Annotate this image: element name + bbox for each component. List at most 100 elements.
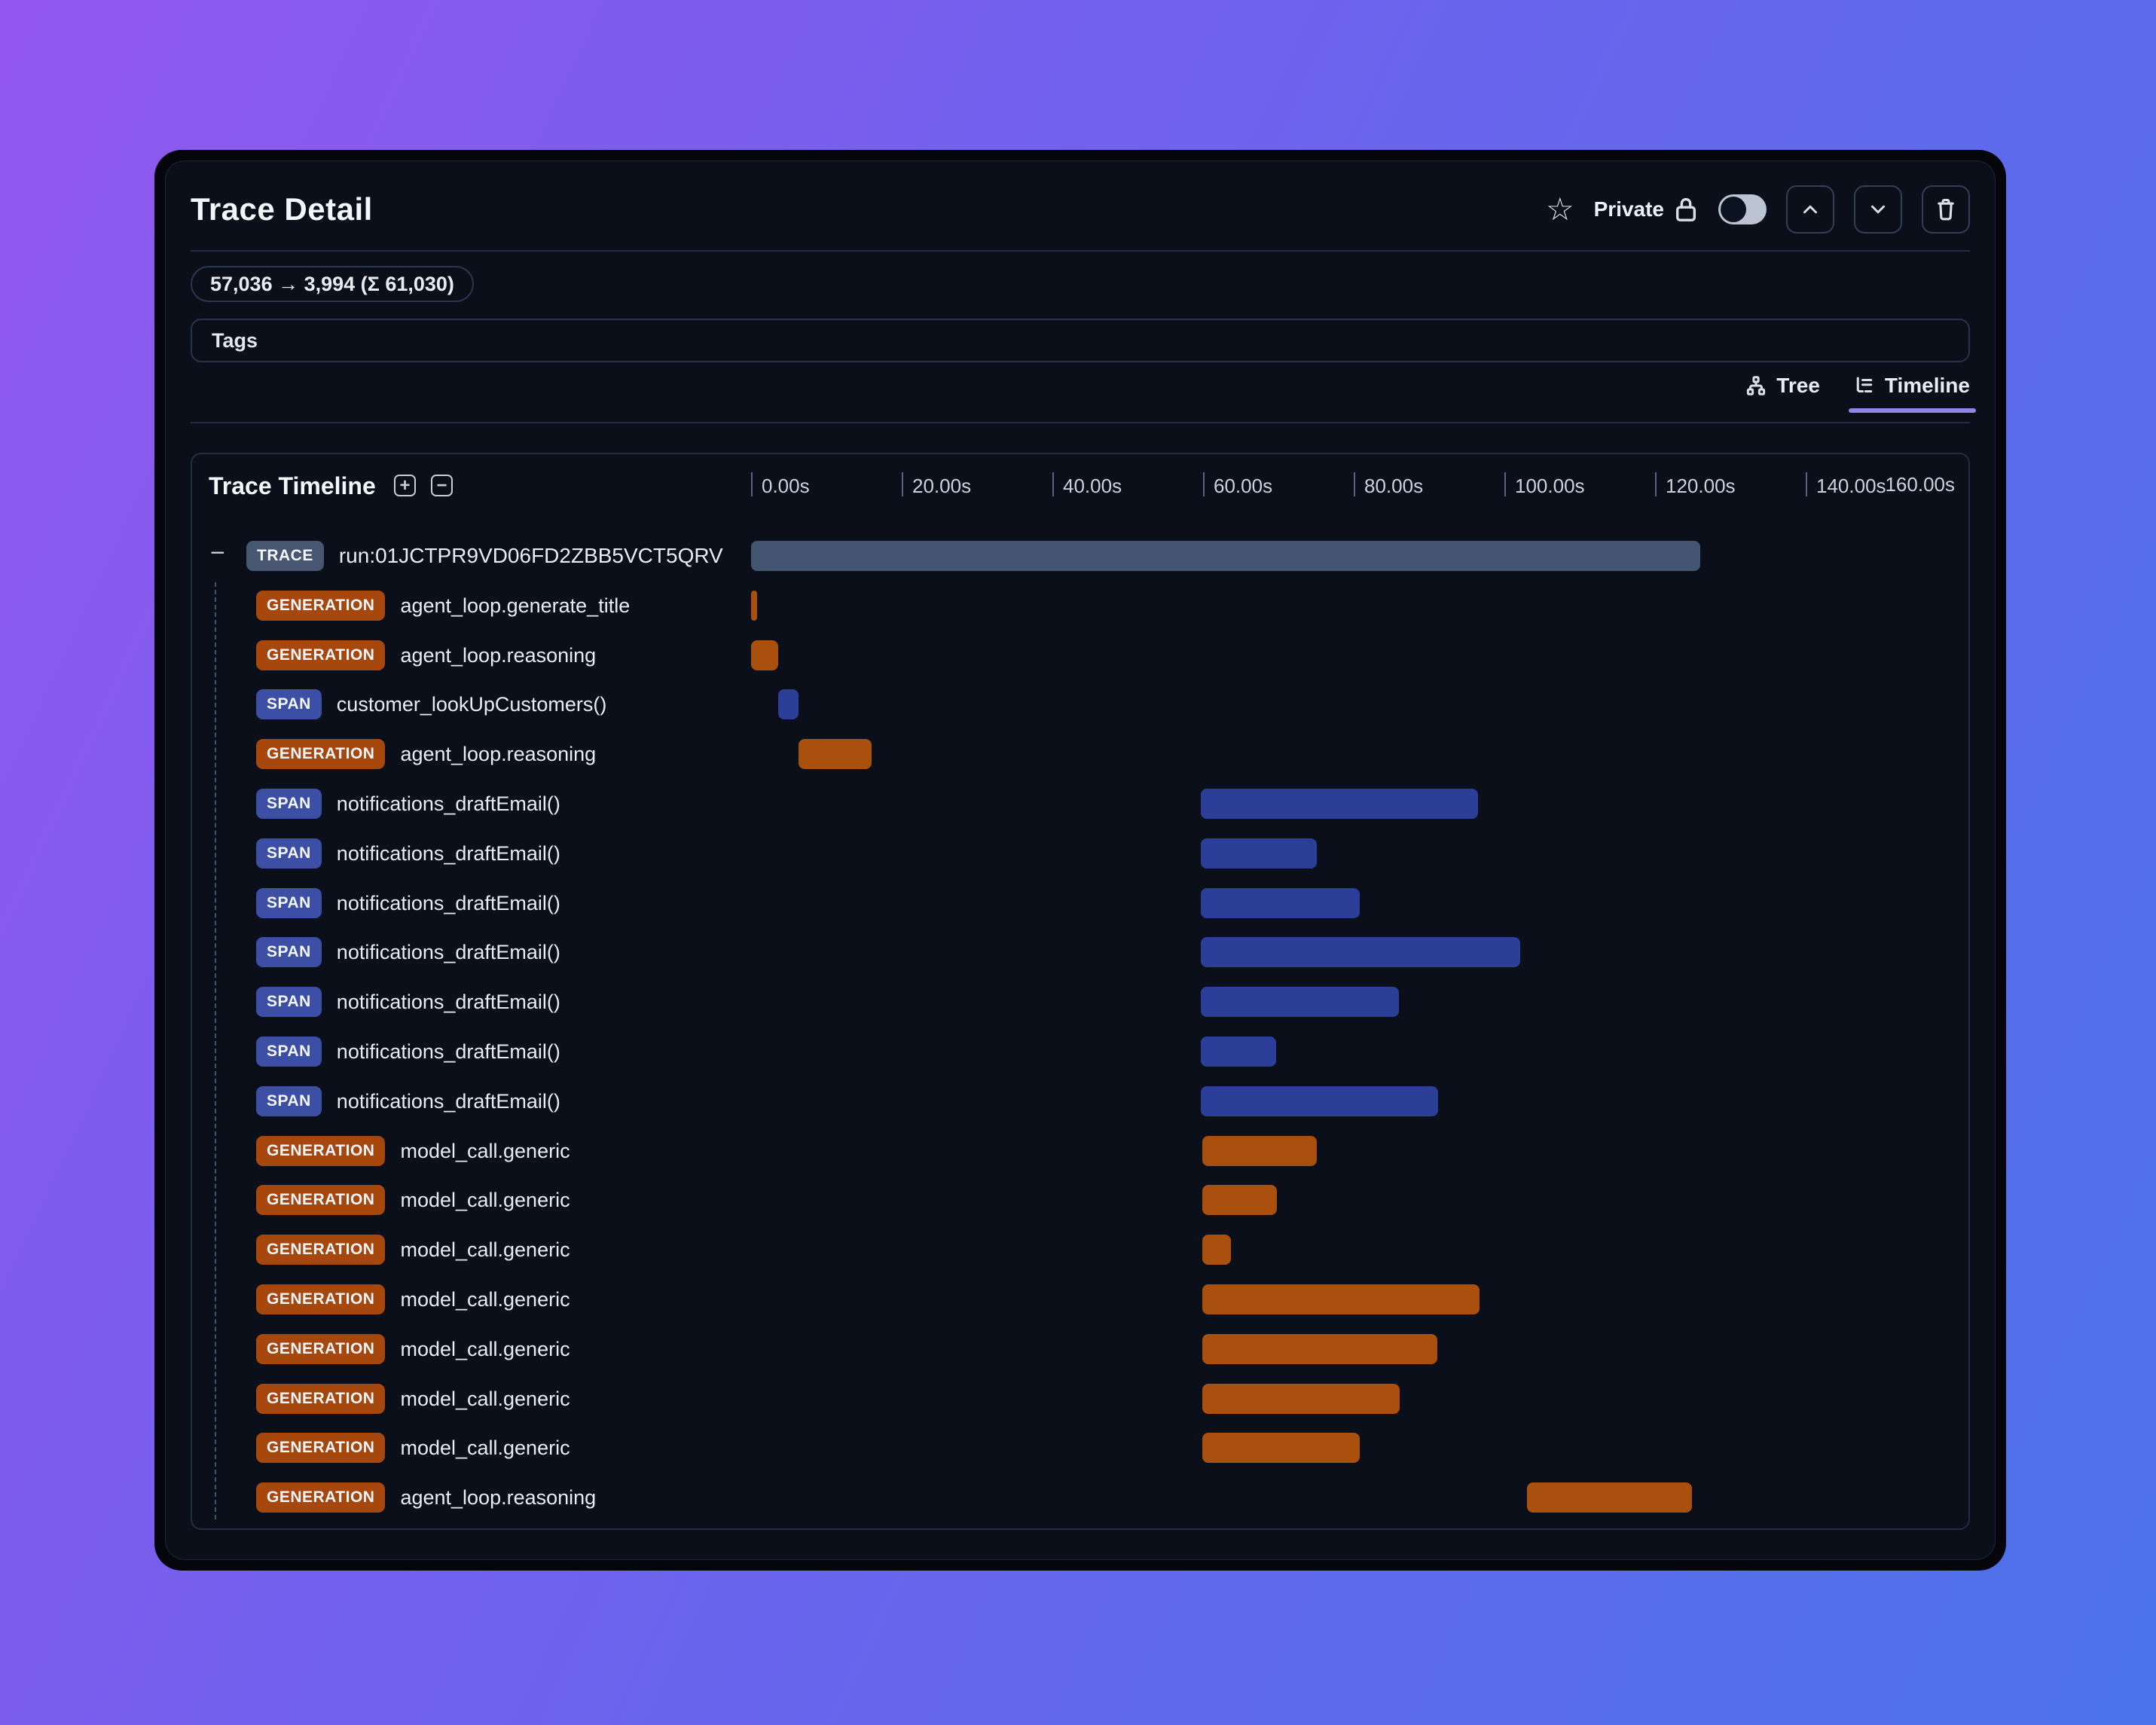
timeline-row[interactable]: GENERATION model_call.generic [192, 1374, 1968, 1424]
tags-input[interactable]: Tags [191, 319, 1970, 362]
tick-label: 60.00s [1214, 475, 1273, 497]
observation-name: notifications_draftEmail() [336, 1089, 560, 1113]
timeline-row[interactable]: GENERATION model_call.generic [192, 1225, 1968, 1275]
duration-bar[interactable] [1201, 987, 1399, 1017]
observation-type-badge: GENERATION [256, 640, 386, 670]
timeline-row[interactable]: − TRACE run:01JCTPR9VD06FD2ZBB5VCT5QRV [192, 531, 1968, 581]
tick-mark [1655, 472, 1657, 496]
duration-bar[interactable] [1202, 1433, 1360, 1463]
tick-label: 20.00s [912, 475, 972, 497]
star-icon[interactable]: ☆ [1546, 194, 1574, 225]
tab-timeline-underline [1848, 408, 1976, 413]
timeline-row[interactable]: GENERATION agent_loop.reasoning [192, 729, 1968, 779]
view-switcher: Tree Timeline [191, 374, 1976, 423]
tabs-divider [191, 422, 1970, 423]
observation-name: agent_loop.reasoning [400, 1485, 597, 1509]
observation-type-badge: GENERATION [256, 1334, 386, 1364]
timeline-row[interactable]: SPAN notifications_draftEmail() [192, 829, 1968, 878]
axis-tick: 0.00s [751, 472, 810, 498]
observation-type-badge: GENERATION [256, 591, 386, 621]
duration-bar[interactable] [1201, 789, 1478, 819]
observation-name: notifications_draftEmail() [336, 940, 560, 963]
tab-timeline[interactable]: Timeline [1848, 374, 1976, 413]
observation-type-badge: GENERATION [256, 1185, 386, 1215]
observation-name: agent_loop.reasoning [400, 643, 597, 667]
observation-name: model_call.generic [400, 1188, 570, 1211]
observation-type-badge: SPAN [256, 1037, 322, 1067]
observation-type-badge: SPAN [256, 689, 322, 719]
axis-end-label: 160.00s [1885, 473, 1955, 496]
timeline-row[interactable]: SPAN notifications_draftEmail() [192, 1027, 1968, 1076]
duration-bar[interactable] [1201, 1086, 1438, 1116]
tick-mark [1354, 472, 1355, 496]
next-trace-button[interactable] [1854, 185, 1902, 234]
header: Trace Detail ☆ Private [191, 181, 1970, 238]
observation-type-badge: TRACE [246, 541, 324, 571]
timeline-row[interactable]: SPAN customer_lookUpCustomers() [192, 679, 1968, 729]
tab-tree[interactable]: Tree [1745, 374, 1820, 413]
observation-name: model_call.generic [400, 1238, 570, 1261]
tree-icon [1747, 376, 1766, 395]
duration-bar[interactable] [1201, 937, 1520, 967]
duration-bar[interactable] [751, 541, 1700, 571]
observation-name: notifications_draftEmail() [336, 792, 560, 815]
axis-tick: 40.00s [1052, 472, 1122, 498]
timeline-row[interactable]: SPAN notifications_draftEmail() [192, 977, 1968, 1027]
timeline-row[interactable]: SPAN notifications_draftEmail() [192, 779, 1968, 829]
prev-trace-button[interactable] [1786, 185, 1834, 234]
observation-type-badge: SPAN [256, 789, 322, 819]
observation-name: model_call.generic [400, 1337, 570, 1360]
observation-type-badge: SPAN [256, 937, 322, 967]
timeline-row[interactable]: SPAN notifications_draftEmail() [192, 1076, 1968, 1126]
trace-detail-panel: Trace Detail ☆ Private 57,036 → 3,994 (Σ… [165, 160, 1996, 1560]
duration-bar[interactable] [1202, 1235, 1231, 1265]
timeline-row[interactable]: GENERATION model_call.generic [192, 1175, 1968, 1225]
observation-name: agent_loop.reasoning [400, 742, 597, 765]
collapse-toggle-icon[interactable]: − [210, 540, 225, 566]
timeline-row[interactable]: GENERATION model_call.generic [192, 1126, 1968, 1176]
observation-name: notifications_draftEmail() [336, 1040, 560, 1063]
axis-tick: 60.00s [1203, 472, 1272, 498]
tick-mark [751, 472, 753, 496]
observation-name: model_call.generic [400, 1287, 570, 1311]
duration-bar[interactable] [1527, 1482, 1692, 1513]
timeline-row[interactable]: SPAN notifications_draftEmail() [192, 878, 1968, 928]
timeline-row[interactable]: GENERATION agent_loop.reasoning [192, 1473, 1968, 1522]
observation-name: notifications_draftEmail() [336, 891, 560, 914]
token-usage-badge: 57,036 → 3,994 (Σ 61,030) [191, 266, 474, 302]
timeline-row[interactable]: GENERATION model_call.generic [192, 1275, 1968, 1324]
timeline-row[interactable]: GENERATION agent_loop.reasoning [192, 630, 1968, 680]
duration-bar[interactable] [1202, 1136, 1317, 1166]
observation-type-badge: GENERATION [256, 739, 386, 769]
duration-bar[interactable] [1202, 1384, 1400, 1414]
header-divider [191, 250, 1970, 252]
chevron-up-icon [1803, 205, 1817, 214]
page-title: Trace Detail [191, 191, 373, 227]
duration-bar[interactable] [1201, 838, 1317, 869]
delete-trace-button[interactable] [1922, 185, 1970, 234]
tick-mark [1806, 472, 1807, 496]
observation-type-badge: GENERATION [256, 1284, 386, 1314]
observation-type-badge: GENERATION [256, 1384, 386, 1414]
timeline-row[interactable]: GENERATION agent_loop.generate_title [192, 581, 1968, 630]
timeline-row[interactable]: GENERATION model_call.generic [192, 1324, 1968, 1374]
privacy-toggle[interactable] [1718, 194, 1767, 224]
observation-name: notifications_draftEmail() [336, 841, 560, 865]
duration-bar[interactable] [1202, 1284, 1480, 1314]
observation-type-badge: SPAN [256, 838, 322, 869]
timeline-row[interactable]: SPAN notifications_draftEmail() [192, 927, 1968, 977]
privacy-control: Private [1594, 195, 1699, 224]
duration-bar[interactable] [1201, 888, 1360, 918]
duration-bar[interactable] [778, 689, 799, 719]
tags-label: Tags [212, 328, 258, 352]
trace-timeline-card: Trace Timeline + − 160.00s 0.00s 20.00s 40… [191, 453, 1970, 1530]
timeline-row[interactable]: GENERATION model_call.generic [192, 1423, 1968, 1473]
duration-bar[interactable] [1202, 1185, 1277, 1215]
duration-bar[interactable] [799, 739, 872, 769]
duration-bar[interactable] [1202, 1334, 1437, 1364]
observation-type-badge: GENERATION [256, 1235, 386, 1265]
tick-mark [1203, 472, 1205, 496]
duration-bar[interactable] [751, 591, 757, 621]
duration-bar[interactable] [1201, 1037, 1276, 1067]
duration-bar[interactable] [751, 640, 778, 670]
